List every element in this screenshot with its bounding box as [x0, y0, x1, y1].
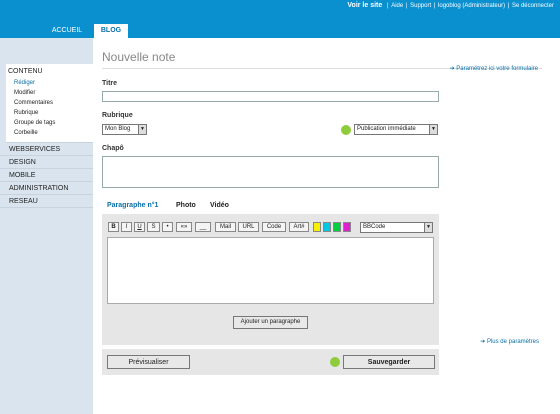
italic-button[interactable]: I [121, 222, 132, 232]
code-button[interactable]: Code [262, 222, 286, 232]
format-value: BBCode [363, 224, 386, 230]
sidebar-item-administration[interactable]: ADMINISTRATION [0, 182, 93, 195]
tab-accueil[interactable]: ACCUEIL [48, 24, 86, 38]
more-params-link[interactable]: ➔ Plus de paramètres [480, 338, 539, 345]
status-dot-icon [341, 125, 351, 135]
view-site-link[interactable]: Voir le site [347, 2, 382, 9]
arrow-right-icon: ➔ [449, 66, 455, 72]
arrow-right-icon: ➔ [480, 339, 486, 345]
green-swatch[interactable] [333, 222, 341, 232]
save-status-icon [330, 357, 340, 367]
hr-button[interactable]: __ [195, 222, 211, 232]
sidebar-item-reseau[interactable]: RESEAU [0, 195, 93, 208]
chapo-label: Chapô [102, 145, 124, 152]
form-footer: Prévisualiser Sauvegarder [102, 349, 439, 375]
form-settings-link[interactable]: ➔ Paramétrez ici votre formulaire [450, 65, 538, 72]
tab-blog[interactable]: BLOG [94, 24, 128, 38]
tab-video[interactable]: Vidéo [210, 198, 229, 214]
top-links: Voir le site | Aide | Support | logoblog… [347, 2, 554, 9]
rubrique-select[interactable]: Mon Blog ▼ [102, 124, 147, 135]
add-paragraph-button[interactable]: Ajouter un paragraphe [233, 316, 308, 329]
yellow-swatch[interactable] [313, 222, 321, 232]
sidebar-sub-modifier[interactable]: Modifier [8, 88, 93, 98]
more-params-label: Plus de paramètres [486, 339, 539, 345]
sidebar-item-webservices[interactable]: WEBSERVICES [0, 143, 93, 156]
magenta-swatch[interactable] [343, 222, 351, 232]
publication-select[interactable]: Publication immédiate ▼ [354, 124, 438, 135]
paragraph-tabbar: Paragraphe n°1 Photo Vidéo [102, 198, 439, 214]
rubrique-value: Mon Blog [105, 126, 131, 132]
support-link[interactable]: Support [410, 3, 431, 9]
main-content: Nouvelle note ➔ Paramétrez ici votre for… [93, 38, 560, 414]
tab-photo[interactable]: Photo [176, 198, 196, 214]
url-button[interactable]: URL [238, 222, 259, 232]
top-bar: Voir le site | Aide | Support | logoblog… [0, 0, 560, 38]
logout-link[interactable]: Se déconnecter [512, 3, 554, 9]
chevron-down-icon: ▼ [138, 125, 146, 134]
chevron-down-icon: ▼ [429, 125, 437, 134]
art-button[interactable]: Art# [289, 222, 309, 232]
sidebar-item-contenu[interactable]: CONTENU [8, 68, 93, 75]
chevron-down-icon: ▼ [424, 223, 432, 232]
sidebar-section-contenu: CONTENU Rédiger Modifier Commentaires Ru… [6, 64, 93, 143]
rubrique-label: Rubrique [102, 112, 133, 119]
underline-button[interactable]: U [134, 222, 145, 232]
paragraph-textarea[interactable] [107, 237, 434, 304]
save-button[interactable]: Sauvegarder [343, 355, 435, 369]
form-settings-label: Paramétrez ici votre formulaire [456, 66, 538, 72]
sidebar-item-design[interactable]: DESIGN [0, 156, 93, 169]
strike-button[interactable]: S [147, 222, 160, 232]
mail-button[interactable]: Mail [215, 222, 236, 232]
sidebar: CONTENU Rédiger Modifier Commentaires Ru… [0, 38, 93, 414]
format-select[interactable]: BBCode ▼ [360, 222, 433, 233]
sidebar-item-mobile[interactable]: MOBILE [0, 169, 93, 182]
bold-button[interactable]: B [108, 222, 119, 232]
title-label: Titre [102, 80, 118, 87]
sidebar-sub-rubrique[interactable]: Rubrique [8, 108, 93, 118]
page-title: Nouvelle note [102, 50, 176, 64]
sidebar-sub-commentaires[interactable]: Commentaires [8, 98, 93, 108]
cyan-swatch[interactable] [323, 222, 331, 232]
sidebar-sub-corbeille[interactable]: Corbeille [8, 128, 93, 138]
bullet-button[interactable]: • [162, 222, 173, 232]
sidebar-sub-rediger[interactable]: Rédiger [8, 78, 93, 88]
tab-paragraphe-1[interactable]: Paragraphe n°1 [102, 198, 170, 214]
user-link[interactable]: logoblog (Administrateur) [438, 3, 505, 9]
quote-button[interactable]: «» [176, 222, 192, 232]
preview-button[interactable]: Prévisualiser [107, 355, 190, 369]
help-link[interactable]: Aide [391, 3, 403, 9]
title-input[interactable] [102, 91, 439, 102]
publication-value: Publication immédiate [357, 126, 416, 132]
chapo-textarea[interactable] [102, 156, 439, 188]
sidebar-sub-groupe-tags[interactable]: Groupe de tags [8, 118, 93, 128]
